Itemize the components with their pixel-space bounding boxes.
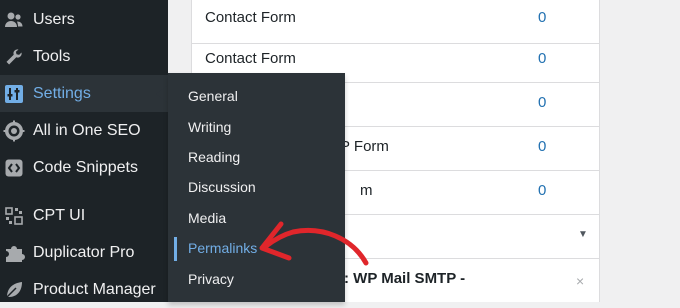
table-row[interactable]: Contact Form 0 bbox=[192, 0, 599, 44]
sidebar-item-cpt-ui[interactable]: CPT UI bbox=[0, 197, 168, 234]
row-count[interactable]: 0 bbox=[538, 94, 546, 111]
caret-down-icon[interactable]: ▼ bbox=[578, 229, 588, 240]
submenu-item-label: General bbox=[188, 88, 238, 104]
users-icon bbox=[3, 9, 25, 31]
row-title[interactable]: P Form bbox=[340, 138, 389, 155]
settings-sliders-icon bbox=[3, 83, 25, 105]
submenu-item-media[interactable]: Media bbox=[168, 205, 345, 233]
submenu-item-label: Privacy bbox=[188, 271, 234, 287]
submenu-item-label: Permalinks bbox=[188, 240, 258, 256]
row-count[interactable]: 0 bbox=[538, 138, 546, 155]
sidebar-item-label: Users bbox=[33, 10, 75, 28]
row-title[interactable]: m bbox=[360, 182, 373, 199]
grid-icon bbox=[3, 205, 25, 227]
submenu-item-general[interactable]: General bbox=[168, 83, 345, 111]
sidebar-item-label: CPT UI bbox=[33, 206, 86, 224]
row-count[interactable]: 0 bbox=[538, 182, 546, 199]
submenu-item-label: Discussion bbox=[188, 179, 256, 195]
sidebar-item-label: Tools bbox=[33, 47, 71, 65]
submenu-item-writing[interactable]: Writing bbox=[168, 114, 345, 142]
sidebar-item-label: Product Manager bbox=[33, 280, 156, 298]
row-title: : WP Mail SMTP - bbox=[344, 270, 466, 287]
submenu-item-label: Reading bbox=[188, 149, 241, 165]
submenu-item-discussion[interactable]: Discussion bbox=[168, 174, 345, 202]
admin-sidebar: Users Tools Settings All in One SEO Code… bbox=[0, 0, 168, 302]
sidebar-item-label: Settings bbox=[33, 84, 91, 102]
sidebar-item-tools[interactable]: Tools bbox=[0, 38, 168, 75]
sidebar-item-duplicator-pro[interactable]: Duplicator Pro bbox=[0, 234, 168, 271]
code-icon bbox=[3, 157, 25, 179]
settings-submenu: General Writing Reading Discussion Media… bbox=[168, 73, 345, 302]
leaf-icon bbox=[3, 279, 25, 301]
sidebar-item-aioseo[interactable]: All in One SEO bbox=[0, 112, 168, 149]
sidebar-item-settings[interactable]: Settings bbox=[0, 75, 168, 112]
wrench-icon bbox=[3, 46, 25, 68]
sidebar-item-code-snippets[interactable]: Code Snippets bbox=[0, 149, 168, 186]
sidebar-item-label: Duplicator Pro bbox=[33, 243, 135, 261]
flyout-pointer bbox=[156, 85, 168, 103]
submenu-item-permalinks[interactable]: Permalinks bbox=[168, 235, 345, 263]
puzzle-icon bbox=[3, 242, 25, 264]
submenu-item-label: Writing bbox=[188, 119, 232, 135]
row-count[interactable]: 0 bbox=[538, 9, 546, 26]
sidebar-item-product-manager[interactable]: Product Manager bbox=[0, 271, 168, 308]
sidebar-item-label: All in One SEO bbox=[33, 121, 141, 139]
submenu-item-label: Media bbox=[188, 210, 227, 226]
submenu-item-reading[interactable]: Reading bbox=[168, 144, 345, 172]
close-icon[interactable]: × bbox=[576, 273, 584, 289]
row-count[interactable]: 0 bbox=[538, 50, 546, 67]
row-title[interactable]: Contact Form bbox=[205, 9, 296, 26]
row-title[interactable]: Contact Form bbox=[205, 50, 296, 67]
aioseo-gear-icon bbox=[3, 120, 25, 142]
sidebar-item-users[interactable]: Users bbox=[0, 1, 168, 38]
submenu-item-privacy[interactable]: Privacy bbox=[168, 266, 345, 294]
sidebar-item-label: Code Snippets bbox=[33, 158, 138, 176]
